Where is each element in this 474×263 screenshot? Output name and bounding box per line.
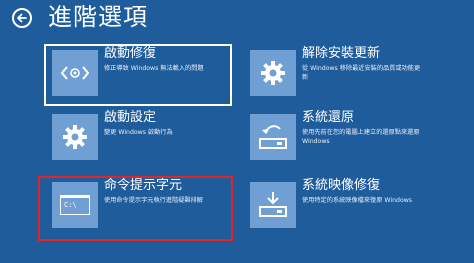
option-description: 使用先前在您的電腦上建立的還原點來還原 Windows (302, 129, 420, 145)
option-uninstall-updates[interactable]: 解除安裝更新 從 Windows 移除最近安裝的品質或功能更新 (242, 44, 430, 106)
restore-drive-icon (250, 114, 296, 160)
option-startup-settings[interactable]: 啟動設定 變更 Windows 啟動行為 (44, 108, 232, 170)
option-label: 解除安裝更新 (302, 46, 381, 61)
option-description: 使用特定的系統映像檔來復原 Windows (302, 197, 413, 204)
highlight-box (38, 176, 233, 241)
option-label: 系統映像修復 (302, 178, 381, 193)
drive-download-icon (250, 182, 296, 228)
option-label: 啟動設定 (104, 110, 157, 125)
option-description: 從 Windows 移除最近安裝的品質或功能更新 (302, 65, 421, 81)
option-description: 變更 Windows 啟動行為 (104, 129, 173, 136)
option-system-restore[interactable]: 系統還原 使用先前在您的電腦上建立的還原點來還原 Windows (242, 108, 430, 170)
option-label: 啟動修復 (104, 46, 157, 61)
option-label: 系統還原 (302, 110, 355, 125)
option-description: 修正導致 Windows 無法載入的問題 (104, 65, 204, 72)
code-brackets-icon (52, 50, 98, 96)
back-button[interactable] (12, 8, 32, 28)
option-system-image-recovery[interactable]: 系統映像修復 使用特定的系統映像檔來復原 Windows (242, 176, 430, 238)
back-arrow-icon (17, 13, 27, 23)
gear-icon (250, 50, 296, 96)
gear-icon (52, 114, 98, 160)
option-startup-repair[interactable]: 啟動修復 修正導致 Windows 無法載入的問題 (44, 44, 232, 106)
page-title: 進階選項 (48, 3, 148, 31)
